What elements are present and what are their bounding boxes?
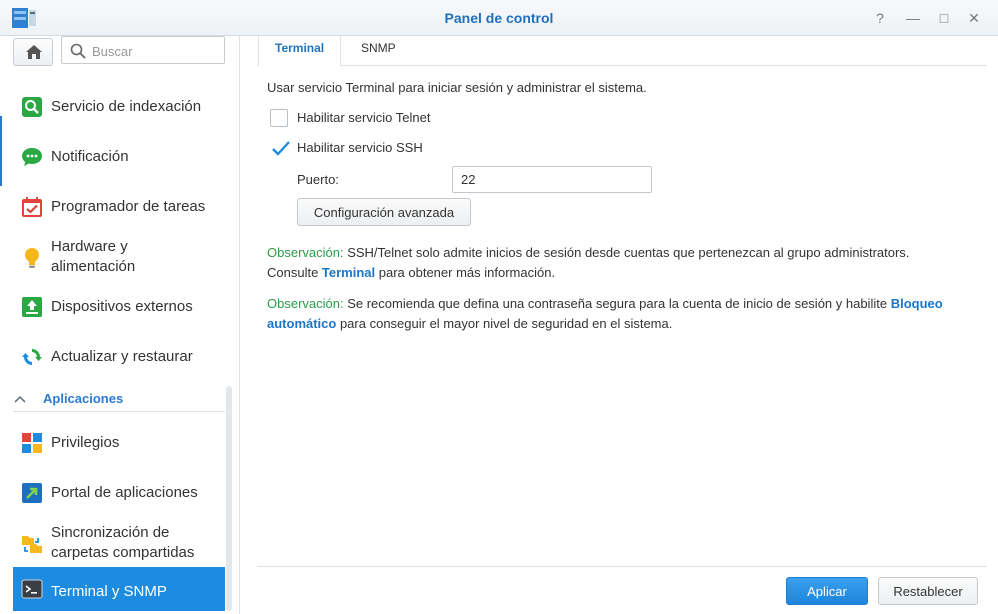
chevron-up-icon (14, 395, 26, 403)
privileges-icon (22, 433, 42, 453)
checkmark-icon (272, 141, 290, 156)
section-header-label: Aplicaciones (43, 391, 124, 406)
sidebar-item-label: Actualizar y restaurar (51, 348, 193, 365)
search-box (61, 36, 225, 64)
sidebar-scrollbar[interactable] (226, 386, 232, 611)
auto-block-link-part1[interactable]: Bloqueo (891, 296, 943, 311)
magnifier-icon (22, 97, 42, 117)
auto-block-link-part2[interactable]: automático (267, 316, 336, 331)
sidebar-item-label: Programador de tareas (51, 198, 206, 215)
home-button[interactable] (13, 38, 53, 66)
sidebar-item-label: Terminal y SNMP (51, 583, 167, 600)
note-1: Observación: SSH/Telnet solo admite inic… (267, 243, 909, 263)
note-2-tail: para conseguir el mayor nivel de segurid… (336, 316, 673, 331)
close-button[interactable]: ✕ (964, 8, 984, 28)
window-title: Panel de control (444, 10, 554, 26)
sidebar-item-application-portal[interactable]: Portal de aplicaciones (13, 478, 225, 508)
sidebar-item-update-restore[interactable]: Actualizar y restaurar (13, 342, 225, 372)
tab-bar: Terminal SNMP (257, 36, 987, 67)
note-2-prefix: Observación: (267, 296, 344, 311)
search-input[interactable] (92, 41, 218, 61)
note-2-line2: automático para conseguir el mayor nivel… (267, 314, 672, 334)
home-icon (26, 45, 42, 59)
folder-sync-icon (22, 536, 42, 553)
minimize-button[interactable]: — (903, 8, 923, 28)
reset-button[interactable]: Restablecer (878, 577, 978, 605)
sidebar-item-label: Dispositivos externos (51, 298, 193, 315)
note-2: Observación: Se recomienda que defina un… (267, 294, 943, 314)
port-label: Puerto: (297, 172, 339, 187)
tab-snmp[interactable]: SNMP (345, 36, 412, 66)
sidebar-item-external-devices[interactable]: Dispositivos externos (13, 292, 225, 322)
note-2-text: Se recomienda que defina una contraseña … (343, 296, 891, 311)
maximize-button[interactable]: □ (934, 8, 954, 28)
note-1-text: SSH/Telnet solo admite inicios de sesión… (343, 245, 910, 260)
sidebar-item-label: Privilegios (51, 434, 120, 451)
lightbulb-icon (25, 248, 39, 268)
sidebar-accent-line (0, 116, 2, 186)
sidebar-item-task-scheduler[interactable]: Programador de tareas (13, 192, 225, 222)
sidebar-item-label: Sincronización de (51, 524, 170, 541)
chat-bubble-icon (22, 148, 42, 166)
intro-text: Usar servicio Terminal para iniciar sesi… (267, 80, 647, 95)
ssh-checkbox[interactable] (270, 139, 290, 157)
help-button[interactable]: ? (870, 8, 890, 28)
sidebar-item-label: Notificación (51, 148, 129, 165)
footer-divider (257, 566, 987, 567)
sidebar-item-hardware-power[interactable]: Hardware y alimentación (13, 236, 225, 280)
tab-terminal[interactable]: Terminal (258, 36, 342, 67)
sidebar-item-label: Servicio de indexación (51, 98, 202, 115)
title-bar: Panel de control ? — □ ✕ (0, 0, 998, 36)
sidebar: Servicio de indexación Notificación Prog… (0, 36, 240, 614)
section-header-applications[interactable]: Aplicaciones (13, 386, 225, 412)
sidebar-item-shared-folder-sync[interactable]: Sincronización de carpetas compartidas (13, 522, 225, 566)
upload-device-icon (22, 297, 42, 317)
note-1-line2-a: Consulte (267, 265, 322, 280)
note-1-line2-b: para obtener más información. (375, 265, 556, 280)
refresh-icon (22, 349, 42, 365)
telnet-checkbox[interactable] (270, 109, 288, 127)
terminal-icon (21, 579, 43, 599)
sidebar-item-privileges[interactable]: Privilegios (13, 428, 225, 458)
sidebar-item-notification[interactable]: Notificación (13, 142, 225, 172)
sidebar-item-label-line2: carpetas compartidas (51, 544, 195, 561)
telnet-label: Habilitar servicio Telnet (297, 110, 431, 125)
note-1-line2: Consulte Terminal para obtener más infor… (267, 263, 555, 283)
sidebar-item-label: Portal de aplicaciones (51, 484, 198, 501)
search-icon (70, 43, 86, 59)
main-panel: Terminal SNMP Usar servicio Terminal par… (241, 36, 998, 614)
sidebar-item-indexing[interactable]: Servicio de indexación (13, 92, 225, 122)
sidebar-item-terminal-snmp[interactable]: Terminal y SNMP (13, 567, 225, 611)
calendar-check-icon (22, 197, 42, 217)
advanced-settings-button[interactable]: Configuración avanzada (297, 198, 471, 226)
terminal-help-link[interactable]: Terminal (322, 265, 375, 280)
portal-icon (22, 483, 42, 503)
note-1-prefix: Observación: (267, 245, 344, 260)
port-input[interactable] (452, 166, 652, 193)
apply-button[interactable]: Aplicar (786, 577, 868, 605)
sidebar-item-label-line2: alimentación (51, 258, 136, 275)
ssh-label: Habilitar servicio SSH (297, 140, 423, 155)
sidebar-item-label: Hardware y (51, 238, 128, 255)
